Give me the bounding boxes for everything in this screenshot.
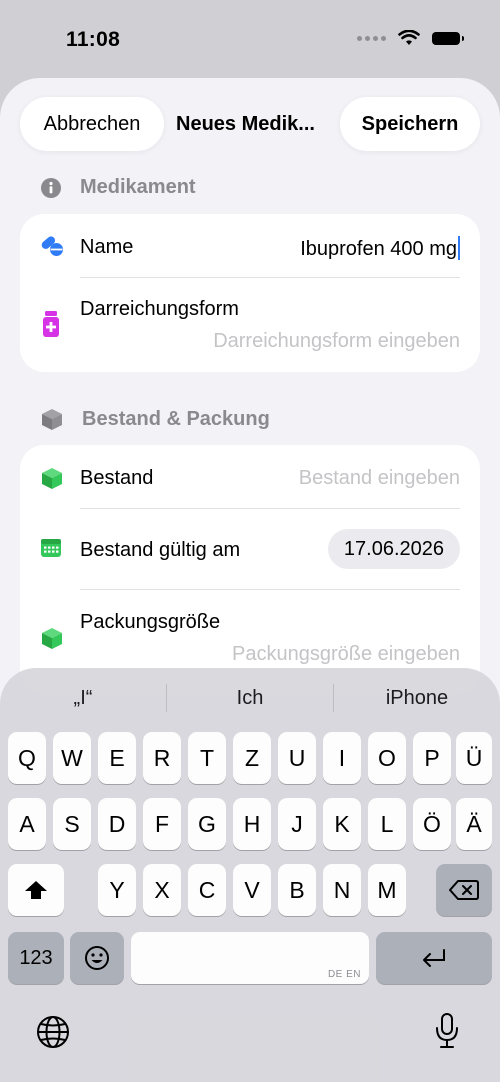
cancel-button[interactable]: Abbrechen	[20, 97, 164, 151]
stock-label: Bestand	[80, 467, 154, 489]
calendar-icon	[41, 539, 61, 557]
key-a[interactable]: A	[8, 798, 46, 850]
globe-icon[interactable]	[35, 1014, 71, 1050]
space-key[interactable]: DE EN	[131, 932, 369, 984]
pack-size-input[interactable]: Packungsgröße eingeben	[232, 643, 460, 666]
keyboard: „I“ Ich iPhone Q W E R T Z U I O P Ü A S…	[0, 668, 500, 1082]
key-p[interactable]: P	[413, 732, 451, 784]
key-x[interactable]: X	[143, 864, 181, 916]
key-w[interactable]: W	[53, 732, 91, 784]
stock-row[interactable]: Bestand Bestand eingeben	[20, 445, 480, 509]
box-icon	[42, 628, 62, 649]
name-label: Name	[80, 236, 134, 258]
section-title: Bestand & Packung	[82, 407, 270, 430]
key-c[interactable]: C	[188, 864, 226, 916]
suggestion-item[interactable]: „I“	[0, 678, 166, 718]
return-key[interactable]	[376, 932, 492, 984]
suggestion-item[interactable]: iPhone	[334, 678, 500, 718]
section-header-stock: Bestand & Packung	[40, 407, 270, 431]
key-j[interactable]: J	[278, 798, 316, 850]
pills-icon	[41, 236, 63, 256]
key-k[interactable]: K	[323, 798, 361, 850]
key-n[interactable]: N	[323, 864, 361, 916]
name-row[interactable]: Name Ibuprofen 400 mg	[20, 214, 480, 278]
stock-input[interactable]: Bestand eingeben	[299, 467, 460, 490]
battery-icon	[432, 31, 464, 45]
shift-icon	[25, 881, 47, 899]
key-v[interactable]: V	[233, 864, 271, 916]
key-y[interactable]: Y	[98, 864, 136, 916]
medicine-bottle-icon	[43, 311, 59, 337]
return-icon	[423, 949, 445, 967]
shift-key[interactable]	[8, 864, 64, 916]
key-g[interactable]: G	[188, 798, 226, 850]
valid-date-label: Bestand gültig am	[80, 539, 241, 561]
key-z[interactable]: Z	[233, 732, 271, 784]
microphone-icon[interactable]	[434, 1012, 460, 1050]
save-button[interactable]: Speichern	[340, 97, 480, 151]
stock-card: Bestand Bestand eingeben Bestand gültig …	[20, 445, 480, 695]
key-oe[interactable]: Ö	[413, 798, 451, 850]
section-header-medication: Medikament	[40, 176, 196, 199]
text-cursor	[458, 236, 460, 260]
numbers-key[interactable]: 123	[8, 932, 64, 984]
key-i[interactable]: I	[323, 732, 361, 784]
key-q[interactable]: Q	[8, 732, 46, 784]
suggestion-bar: „I“ Ich iPhone	[0, 678, 500, 718]
delete-icon	[449, 880, 479, 900]
key-ue[interactable]: Ü	[456, 732, 492, 784]
key-f[interactable]: F	[143, 798, 181, 850]
space-language-hint: DE EN	[327, 969, 361, 980]
delete-key[interactable]	[436, 864, 492, 916]
dosage-form-row[interactable]: Darreichungsform Darreichungsform eingeb…	[20, 278, 480, 372]
key-l[interactable]: L	[368, 798, 406, 850]
box-icon	[42, 468, 62, 489]
cellular-signal-icon	[357, 35, 386, 41]
valid-date-picker[interactable]: 17.06.2026	[327, 529, 460, 569]
key-e[interactable]: E	[98, 732, 136, 784]
wifi-icon	[398, 30, 420, 45]
suggestion-item[interactable]: Ich	[167, 678, 333, 718]
dosage-form-input[interactable]: Darreichungsform eingeben	[213, 330, 460, 353]
status-bar: 11:08	[0, 0, 500, 78]
key-r[interactable]: R	[143, 732, 181, 784]
key-b[interactable]: B	[278, 864, 316, 916]
emoji-key[interactable]	[70, 932, 124, 984]
key-m[interactable]: M	[368, 864, 406, 916]
status-time: 11:08	[66, 28, 121, 51]
pack-size-label: Packungsgröße	[80, 611, 221, 633]
box-icon	[42, 409, 62, 430]
info-circle-icon	[41, 177, 61, 198]
status-icons	[357, 30, 464, 46]
key-o[interactable]: O	[368, 732, 406, 784]
key-t[interactable]: T	[188, 732, 226, 784]
medication-card: Name Ibuprofen 400 mg Darreichungsform D…	[20, 214, 480, 372]
key-d[interactable]: D	[98, 798, 136, 850]
page-title: Neues Medik...	[176, 113, 315, 135]
key-h[interactable]: H	[233, 798, 271, 850]
key-ae[interactable]: Ä	[456, 798, 492, 850]
name-input[interactable]: Ibuprofen 400 mg	[300, 236, 460, 261]
emoji-icon	[85, 946, 109, 970]
key-u[interactable]: U	[278, 732, 316, 784]
key-s[interactable]: S	[53, 798, 91, 850]
section-title: Medikament	[80, 176, 196, 198]
valid-date-row: Bestand gültig am 17.06.2026	[20, 509, 480, 589]
name-value: Ibuprofen 400 mg	[300, 238, 457, 260]
navigation-bar: Abbrechen Neues Medik... Speichern	[0, 78, 500, 174]
dosage-form-label: Darreichungsform	[80, 298, 239, 320]
